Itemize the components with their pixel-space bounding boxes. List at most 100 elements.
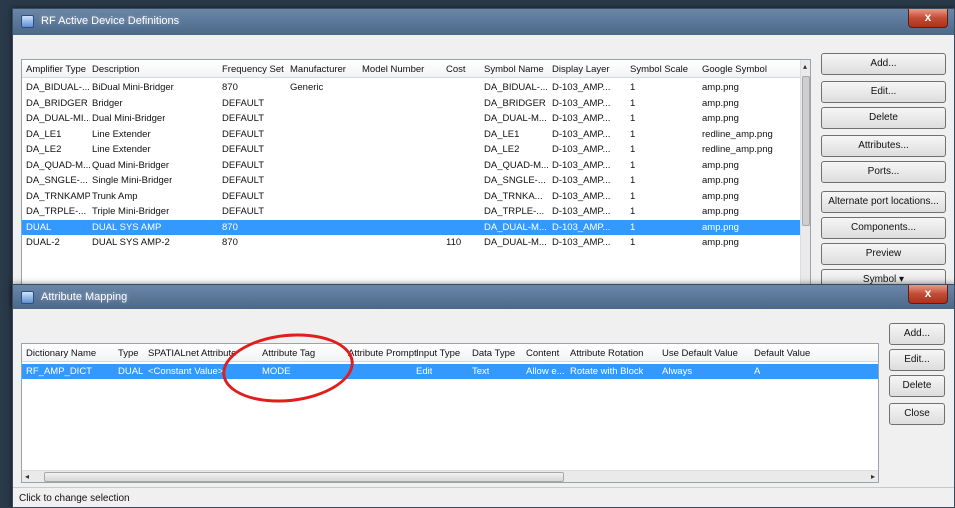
scroll-thumb[interactable]	[802, 76, 810, 226]
table-cell: amp.png	[702, 113, 739, 124]
attribute-table[interactable]: Dictionary Name Type SPATIALnet Attribute A…	[21, 343, 879, 483]
scroll-thumb[interactable]	[44, 472, 564, 482]
column-header[interactable]: Display Layer	[552, 64, 610, 75]
table-cell: Line Extender	[92, 144, 151, 155]
table-cell: amp.png	[702, 206, 739, 217]
column-header[interactable]: Type	[118, 348, 139, 359]
table-cell: Line Extender	[92, 128, 151, 140]
window-titlebar[interactable]: Attribute Mapping x	[13, 285, 954, 309]
table-row[interactable]: DUAL-2 DUAL SYS AMP-2 870 110 DA_DUAL-M... D-…	[22, 235, 800, 250]
button-components[interactable]: Components...	[821, 217, 946, 239]
vertical-scrollbar[interactable]: ▴	[800, 60, 810, 308]
close-button[interactable]: x	[908, 285, 948, 304]
button-add[interactable]: Add...	[821, 53, 946, 75]
table-cell: 870	[222, 221, 238, 233]
table-cell: DA_LE1	[26, 128, 62, 140]
table-cell: DA_DUAL-M...	[484, 237, 547, 248]
table-cell: amp.png	[702, 97, 739, 109]
column-header[interactable]: Use Default Value	[662, 348, 738, 359]
button-ports[interactable]: Ports...	[821, 161, 946, 183]
table-cell: RF_AMP_DICT	[26, 366, 92, 377]
table-cell: DA_BRIDGER	[484, 97, 546, 109]
table-row[interactable]: DA_TRNKAMP Trunk Amp DEFAULT DA_TRNKA... D-1…	[22, 189, 800, 204]
window-client: Amplifier Type Description Frequency Set Ma…	[13, 35, 954, 309]
table-cell: DA_TRNKAMP	[26, 190, 90, 202]
table-cell: amp.png	[702, 82, 739, 93]
column-header[interactable]: Symbol Scale	[630, 64, 688, 75]
table-row[interactable]: DA_TRPLE-... Triple Mini-Bridger DEFAULT DA…	[22, 204, 800, 219]
table-cell: DA_SNGLE-...	[26, 175, 88, 186]
table-row[interactable]: DA_BRIDGER Bridger DEFAULT DA_BRIDGER D-103_…	[22, 96, 800, 111]
device-table[interactable]: Amplifier Type Description Frequency Set Ma…	[21, 59, 811, 309]
table-cell: amp.png	[702, 221, 739, 233]
column-header[interactable]: Amplifier Type	[26, 64, 86, 75]
column-header[interactable]: Model Number	[362, 64, 424, 75]
horizontal-scrollbar[interactable]: ◂ ▸	[22, 470, 878, 482]
table-cell: Triple Mini-Bridger	[92, 206, 170, 217]
table-cell: DA_SNGLE-...	[484, 175, 546, 186]
table-cell: DA_TRPLE-...	[484, 206, 545, 217]
table-header: Dictionary Name Type SPATIALnet Attribute A…	[22, 344, 878, 362]
table-row[interactable]: DA_BIDUAL-... BiDual Mini-Bridger 870 Gener…	[22, 80, 800, 95]
button-add[interactable]: Add...	[889, 323, 945, 345]
table-row[interactable]: DA_QUAD-M... Quad Mini-Bridger DEFAULT DA_Q…	[22, 158, 800, 173]
column-header[interactable]: Attribute Prompt	[348, 348, 417, 359]
close-button[interactable]: x	[908, 9, 948, 28]
table-cell: DEFAULT	[222, 190, 265, 202]
app-icon	[21, 15, 34, 28]
table-row[interactable]: DA_LE2 Line Extender DEFAULT DA_LE2 D-103_AM…	[22, 142, 800, 157]
scroll-up-icon[interactable]: ▴	[803, 62, 807, 71]
column-header[interactable]: Attribute Rotation	[570, 348, 643, 359]
column-header[interactable]: Cost	[446, 64, 466, 75]
table-row[interactable]: DA_LE1 Line Extender DEFAULT DA_LE1 D-103_AM…	[22, 127, 800, 142]
app-icon	[21, 291, 34, 304]
table-cell: DEFAULT	[222, 175, 265, 186]
table-row[interactable]: RF_AMP_DICT DUAL <Constant Value> MODE Edit T…	[22, 364, 878, 379]
column-header[interactable]: SPATIALnet Attribute	[148, 348, 236, 359]
table-row[interactable]: DA_SNGLE-... Single Mini-Bridger DEFAULT DA…	[22, 173, 800, 188]
column-header[interactable]: Manufacturer	[290, 64, 346, 75]
table-cell: 1	[630, 97, 636, 109]
scroll-right-icon[interactable]: ▸	[871, 472, 875, 481]
table-cell: Trunk Amp	[92, 190, 138, 202]
column-header[interactable]: Data Type	[472, 348, 515, 359]
table-cell: 1	[630, 159, 636, 171]
table-cell: A	[754, 366, 761, 377]
table-row[interactable]: DA_DUAL-MI... Dual Mini-Bridger DEFAULT DA_…	[22, 111, 800, 126]
table-cell: 1	[630, 128, 636, 140]
table-cell: DA_QUAD-M...	[484, 159, 549, 171]
button-delete[interactable]: Delete	[821, 107, 946, 129]
button-edit[interactable]: Edit...	[821, 81, 946, 103]
table-cell: DUAL SYS AMP-2	[92, 237, 170, 248]
status-text: Click to change selection	[19, 493, 130, 504]
table-cell: amp.png	[702, 175, 739, 186]
column-header[interactable]: Default Value	[754, 348, 810, 359]
button-alternate-port-locations[interactable]: Alternate port locations...	[821, 191, 946, 213]
column-header[interactable]: Input Type	[416, 348, 460, 359]
button-preview[interactable]: Preview	[821, 243, 946, 265]
status-bar: Click to change selection	[13, 487, 954, 507]
table-cell: DEFAULT	[222, 206, 265, 217]
table-cell: amp.png	[702, 190, 739, 202]
table-cell: redline_amp.png	[702, 144, 773, 155]
window-titlebar[interactable]: RF Active Device Definitions x	[13, 9, 954, 35]
table-row[interactable]: DUAL DUAL SYS AMP 870 DA_DUAL-M... D-103_AMP…	[22, 219, 800, 235]
button-delete[interactable]: Delete	[889, 375, 945, 397]
table-cell: DUAL-2	[26, 237, 60, 248]
table-cell: D-103_AMP...	[552, 82, 611, 93]
column-header[interactable]: Description	[92, 64, 140, 75]
attribute-mapping-window: Attribute Mapping x Dictionary Name Type S…	[12, 284, 955, 508]
table-cell: 1	[630, 113, 636, 124]
table-cell: D-103_AMP...	[552, 144, 611, 155]
column-header[interactable]: Google Symbol	[702, 64, 767, 75]
button-edit[interactable]: Edit...	[889, 349, 945, 371]
column-header[interactable]: Symbol Name	[484, 64, 544, 75]
column-header[interactable]: Dictionary Name	[26, 348, 96, 359]
column-header[interactable]: Frequency Set	[222, 64, 284, 75]
scroll-left-icon[interactable]: ◂	[25, 472, 29, 481]
column-header[interactable]: Content	[526, 348, 559, 359]
table-cell: D-103_AMP...	[552, 206, 611, 217]
button-close[interactable]: Close	[889, 403, 945, 425]
table-cell: Always	[662, 366, 693, 377]
button-attributes[interactable]: Attributes...	[821, 135, 946, 157]
